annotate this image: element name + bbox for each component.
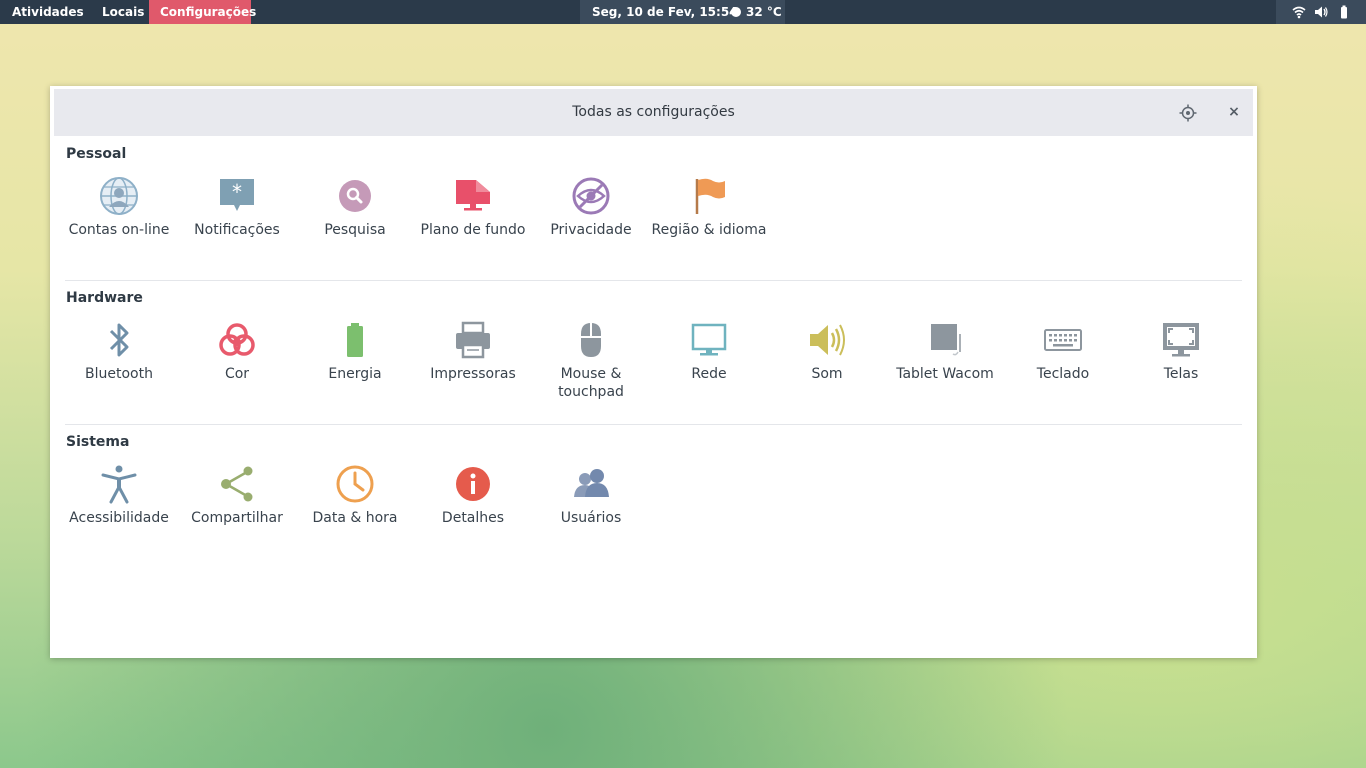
- settings-item-label: Privacidade: [550, 222, 632, 238]
- search-icon: [339, 180, 371, 212]
- section-divider: [65, 280, 1242, 281]
- accessibility-icon: [101, 465, 137, 504]
- settings-item-label: Acessibilidade: [69, 510, 169, 526]
- window-title: Todas as configurações: [572, 104, 735, 120]
- bluetooth-icon: [109, 323, 129, 357]
- keyboard-icon: [1044, 329, 1082, 351]
- settings-item-background[interactable]: Plano de fundo: [414, 176, 532, 276]
- settings-item-label: Tablet Wacom: [896, 366, 994, 382]
- settings-item-details[interactable]: Detalhes: [414, 464, 532, 564]
- settings-item-label: Notificações: [194, 222, 280, 238]
- settings-item-printers[interactable]: Impressoras: [414, 320, 532, 420]
- section-divider: [65, 424, 1242, 425]
- settings-window: Todas as configurações × Pessoal Contas …: [50, 86, 1257, 658]
- tablet-icon: [931, 324, 961, 356]
- weather-icon: [731, 7, 741, 17]
- places-menu[interactable]: Locais: [91, 0, 155, 24]
- settings-item-region-language[interactable]: Região & idioma: [650, 176, 768, 276]
- users-icon: [574, 469, 609, 497]
- status-menu[interactable]: [1276, 0, 1366, 24]
- online-accounts-icon: [100, 177, 138, 215]
- app-menu-settings[interactable]: Configurações: [149, 0, 256, 24]
- sound-icon: [810, 324, 845, 356]
- settings-item-label: Usuários: [560, 510, 622, 526]
- settings-item-keyboard[interactable]: Teclado: [1004, 320, 1122, 420]
- settings-item-power[interactable]: Energia: [296, 320, 414, 420]
- settings-item-label: Mouse & touchpad: [558, 366, 624, 400]
- settings-item-label: Impressoras: [430, 366, 516, 382]
- close-button[interactable]: ×: [1224, 102, 1244, 122]
- settings-item-date-time[interactable]: Data & hora: [296, 464, 414, 564]
- info-icon: [456, 467, 490, 501]
- privacy-icon: [572, 177, 610, 215]
- settings-item-label: Contas on-line: [68, 222, 170, 238]
- settings-item-notifications[interactable]: * Notificações: [178, 176, 296, 276]
- battery-power-icon: [347, 323, 363, 357]
- title-bar: Todas as configurações ×: [54, 89, 1253, 136]
- battery-icon: [1341, 5, 1347, 19]
- color-icon: [219, 323, 255, 356]
- section-heading-system: Sistema: [66, 434, 130, 450]
- settings-item-users[interactable]: Usuários: [532, 464, 650, 564]
- settings-item-label: Região & idioma: [651, 222, 767, 238]
- clock-weather[interactable]: Seg, 10 de Fev, 15:54 32 °C: [580, 0, 785, 24]
- wifi-icon: [1292, 6, 1306, 19]
- weather-text: 32 °C: [746, 5, 782, 19]
- settings-item-label: Energia: [328, 366, 382, 382]
- settings-item-label: Telas: [1163, 366, 1199, 382]
- share-icon: [221, 466, 253, 502]
- top-bar: Atividades Locais Configurações Seg, 10 …: [0, 0, 1366, 24]
- clock-text: Seg, 10 de Fev, 15:54: [592, 5, 738, 19]
- settings-item-displays[interactable]: Telas: [1122, 320, 1240, 420]
- settings-item-label: Plano de fundo: [420, 222, 526, 238]
- settings-item-wacom-tablet[interactable]: Tablet Wacom: [886, 320, 1004, 420]
- mouse-icon: [581, 323, 601, 357]
- settings-item-label: Teclado: [1036, 366, 1090, 382]
- network-monitor-icon: [691, 323, 727, 356]
- clock-icon: [336, 465, 374, 503]
- volume-icon: [1315, 6, 1328, 18]
- settings-item-label: Detalhes: [441, 510, 505, 526]
- settings-item-label: Pesquisa: [324, 222, 386, 238]
- settings-item-sound[interactable]: Som: [768, 320, 886, 420]
- settings-item-label: Bluetooth: [85, 366, 153, 382]
- settings-item-search[interactable]: Pesquisa: [296, 176, 414, 276]
- region-flag-icon: [695, 178, 725, 214]
- activities-button[interactable]: Atividades: [1, 0, 95, 24]
- settings-item-label: Data & hora: [312, 510, 398, 526]
- settings-item-privacy[interactable]: Privacidade: [532, 176, 650, 276]
- notifications-icon: *: [220, 179, 254, 211]
- svg-text:*: *: [232, 180, 242, 204]
- printer-icon: [456, 321, 490, 359]
- settings-item-label: Compartilhar: [191, 510, 283, 526]
- settings-item-mouse-touchpad[interactable]: Mouse & touchpad: [532, 320, 650, 420]
- settings-item-label: Som: [811, 366, 843, 382]
- target-icon[interactable]: [1179, 104, 1197, 122]
- background-icon: [456, 180, 490, 211]
- settings-item-label: Cor: [224, 366, 250, 382]
- settings-item-sharing[interactable]: Compartilhar: [178, 464, 296, 564]
- settings-item-label: Rede: [691, 366, 727, 382]
- settings-item-network[interactable]: Rede: [650, 320, 768, 420]
- section-heading-hardware: Hardware: [66, 290, 143, 306]
- displays-icon: [1163, 323, 1199, 357]
- settings-item-online-accounts[interactable]: Contas on-line: [60, 176, 178, 276]
- settings-item-bluetooth[interactable]: Bluetooth: [60, 320, 178, 420]
- section-heading-personal: Pessoal: [66, 146, 127, 162]
- settings-item-color[interactable]: Cor: [178, 320, 296, 420]
- settings-item-accessibility[interactable]: Acessibilidade: [60, 464, 178, 564]
